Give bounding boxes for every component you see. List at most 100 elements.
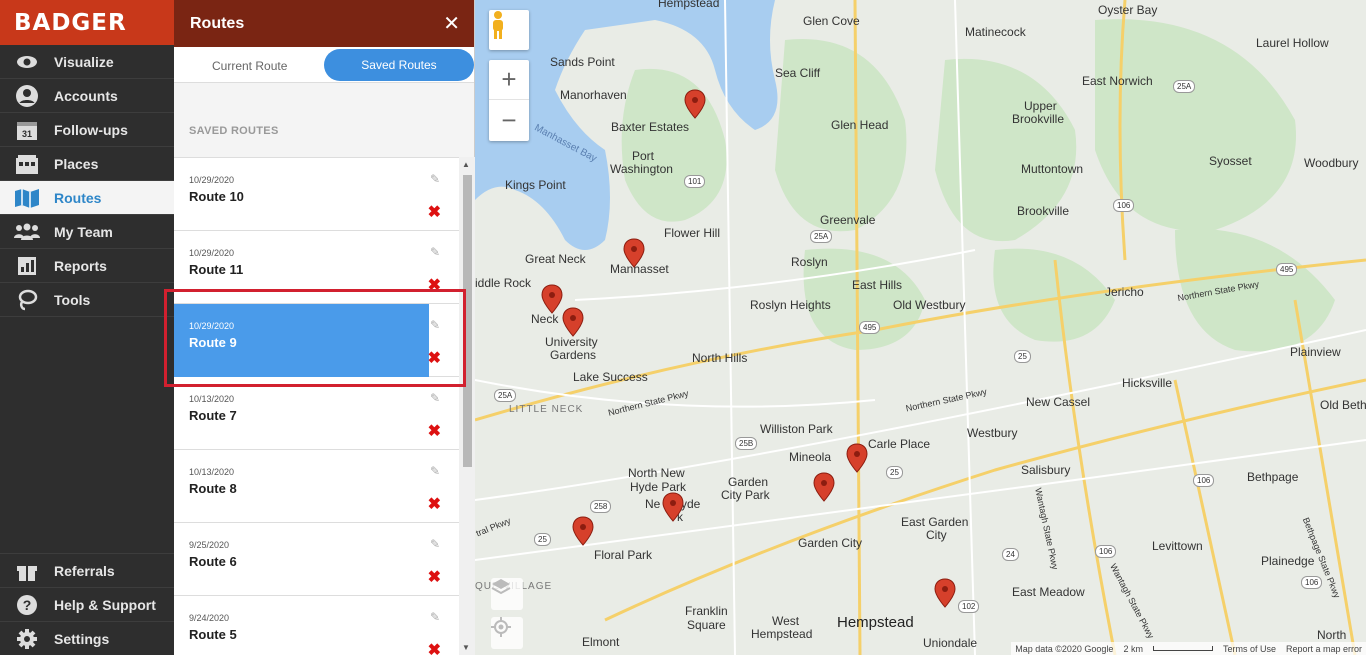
map-label: Uniondale [923,636,978,650]
pencil-icon[interactable]: ✎ [430,318,440,332]
app-logo[interactable]: BADGER [0,0,174,45]
scroll-down-icon[interactable]: ▼ [462,643,470,652]
pencil-icon[interactable]: ✎ [430,610,440,624]
map-pin-icon[interactable] [541,284,563,314]
route-item[interactable]: 9/24/2020 Route 5 ✎ ✖ [174,596,459,655]
nav-label: Tools [54,291,91,308]
scale-bar [1152,646,1213,651]
route-tabs: Current Route Saved Routes [174,47,474,83]
nav-item-tools[interactable]: Tools [0,283,174,317]
route-date: 10/13/2020 [189,467,235,477]
nav-item-referrals[interactable]: Referrals [0,553,174,587]
route-item[interactable]: 10/13/2020 Route 8 ✎ ✖ [174,450,459,523]
map-icon [0,188,54,208]
route-date: 10/29/2020 [189,321,235,331]
scroll-thumb[interactable] [463,175,472,467]
map-label: Elmont [582,635,620,649]
map-label: East Norwich [1082,74,1153,88]
my-location-icon[interactable] [491,617,523,649]
map-label: Square [687,618,726,632]
nav-item-follow-ups[interactable]: 31 Follow-ups [0,113,174,147]
panel-title: Routes [190,14,245,32]
section-label: SAVED ROUTES [189,125,279,137]
tab-saved-routes[interactable]: Saved Routes [324,49,474,81]
nav-label: My Team [54,223,113,240]
route-item[interactable]: 9/25/2020 Route 6 ✎ ✖ [174,523,459,596]
saved-routes-list: 10/29/2020 Route 10 ✎ ✖ 10/29/2020 Route… [174,157,459,655]
route-shield: 25B [735,437,758,450]
map-label: Glen Cove [803,14,860,28]
map-label: Garden City [798,536,863,550]
route-item[interactable]: 10/29/2020 Route 11 ✎ ✖ [174,231,459,304]
map-label: Garden [728,475,769,489]
pencil-icon[interactable]: ✎ [430,391,440,405]
map-label: East Hills [852,278,903,292]
terms-link[interactable]: Terms of Use [1223,644,1276,654]
map-label: Flower Hill [664,226,721,240]
nav-label: Places [54,155,99,172]
map-label: Old Beth [1320,398,1366,412]
nav-item-routes[interactable]: Routes [0,181,174,215]
tab-current-route[interactable]: Current Route [212,59,287,73]
route-shield: 106 [1193,474,1215,487]
nav-item-places[interactable]: Places [0,147,174,181]
delete-icon[interactable]: ✖ [428,348,441,368]
map-pin-icon[interactable] [846,443,868,473]
map-pin-icon[interactable] [572,516,594,546]
list-scrollbar[interactable]: ▲ ▼ [459,157,475,655]
delete-icon[interactable]: ✖ [428,275,441,295]
pencil-icon[interactable]: ✎ [430,172,440,186]
map-label: Great Neck [525,252,586,266]
route-item[interactable]: 10/29/2020 Route 10 ✎ ✖ [174,158,459,231]
report-error-link[interactable]: Report a map error [1286,644,1362,654]
map-view[interactable]: Hempstead Oyster Bay Glen Cove Matinecoc… [475,0,1366,655]
map-pin-icon[interactable] [813,472,835,502]
pencil-icon[interactable]: ✎ [430,537,440,551]
map-label: Gardens [550,348,597,362]
route-shield: 106 [1301,576,1323,589]
map-pin-icon[interactable] [623,238,645,268]
street-view-pegman-icon[interactable] [489,10,529,50]
map-label: Franklin [685,604,728,618]
map-label: University [545,335,598,349]
route-shield: 106 [1113,199,1135,212]
layers-icon[interactable] [491,578,523,610]
delete-icon[interactable]: ✖ [428,640,441,655]
route-shield: 495 [859,321,881,334]
map-label: Roslyn [791,255,828,269]
route-item-selected[interactable]: 10/29/2020 Route 9 ✎ ✖ [174,304,459,377]
map-pin-icon[interactable] [662,492,684,522]
nav-item-my-team[interactable]: My Team [0,215,174,249]
map-label: Laurel Hollow [1256,36,1329,50]
map-label: Sea Cliff [775,66,821,80]
delete-icon[interactable]: ✖ [428,202,441,222]
nav-item-help[interactable]: ? Help & Support [0,587,174,621]
delete-icon[interactable]: ✖ [428,421,441,441]
map-label: East Garden [901,515,969,529]
map-data-credit: Map data ©2020 Google [1015,643,1114,654]
map-pin-icon[interactable] [684,89,706,119]
route-item[interactable]: 10/13/2020 Route 7 ✎ ✖ [174,377,459,450]
close-icon[interactable]: ✕ [443,11,460,36]
map-scale: 2 km [1123,643,1143,654]
route-shield: 258 [590,500,612,513]
nav-item-reports[interactable]: Reports [0,249,174,283]
pencil-icon[interactable]: ✎ [430,464,440,478]
route-date: 10/13/2020 [189,394,235,404]
nav-item-visualize[interactable]: Visualize [0,45,174,79]
scroll-up-icon[interactable]: ▲ [462,160,470,169]
route-name: Route 5 [189,627,237,642]
nav-item-settings[interactable]: Settings [0,621,174,655]
zoom-out-button[interactable]: − [489,100,529,140]
zoom-in-button[interactable]: + [489,60,529,100]
map-pin-icon[interactable] [934,578,956,608]
nav-item-accounts[interactable]: Accounts [0,79,174,113]
map-label: Hicksville [1122,376,1173,390]
pencil-icon[interactable]: ✎ [430,245,440,259]
delete-icon[interactable]: ✖ [428,494,441,514]
map-label: Brookville [1012,112,1065,126]
delete-icon[interactable]: ✖ [428,567,441,587]
map-pin-icon[interactable] [562,307,584,337]
map-label: LITTLE NECK [509,404,584,415]
route-date: 10/29/2020 [189,175,235,185]
